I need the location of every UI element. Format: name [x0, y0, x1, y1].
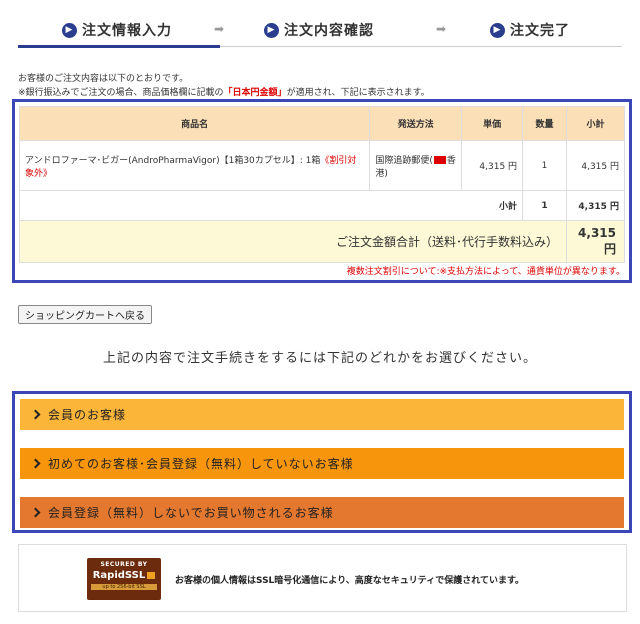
lock-icon: [147, 571, 156, 579]
step-label: 注文内容確認: [284, 23, 374, 39]
active-step-underline: [18, 45, 220, 48]
intro-line-1: お客様のご注文内容は以下のとおりです。: [18, 74, 189, 84]
order-steps: ▶ 注文情報入力 ➡ ▶ 注文内容確認 ➡ ▶ 注文完了: [18, 12, 622, 48]
header-product-name: 商品名: [18, 106, 371, 141]
steps-divider: [220, 46, 622, 47]
header-price: 単価: [461, 106, 524, 141]
rapidssl-badge[interactable]: SECURED BY RapidSSL up to 256-bit SSL: [87, 558, 161, 600]
intro-highlight: 「日本円金額」: [223, 88, 287, 98]
step-order-complete: ▶ 注文完了: [490, 20, 570, 40]
order-table: 商品名 発送方法 単価 数量 小計 アンドロファーマ･ビガー(AndroPhar…: [18, 106, 626, 263]
step-order-confirm: ▶ 注文内容確認: [264, 20, 374, 40]
intro-line-2-prefix: ※銀行振込みでご注文の場合、商品価格欄に記載の: [18, 88, 224, 98]
intro-line-2-suffix: が適用され、下記に表示されます。: [286, 88, 430, 98]
grand-total-row: ご注文金額合計（送料･代行手数料込み） 4,315円: [19, 220, 626, 263]
badge-rapidssl-text: RapidSSL: [92, 570, 146, 581]
header-subtotal: 小計: [565, 106, 626, 141]
shipping-prefix: 国際追跡郵便(: [375, 155, 433, 166]
customer-type-choices: 会員のお客様 初めてのお客様･会員登録（無料）していないお客様 会員登録（無料）…: [12, 391, 632, 533]
shipping-cell: 国際追跡郵便(香港): [369, 140, 463, 191]
step-number-icon: ▶: [264, 22, 279, 38]
badge-rapidssl: RapidSSL: [87, 570, 161, 581]
subtotal-value: 4,315 円: [565, 190, 626, 221]
choice-label: 初めてのお客様･会員登録（無料）していないお客様: [48, 457, 354, 471]
discount-note-link[interactable]: 複数注文割引について:※支払方法によって、通貨単位が異なります。: [347, 264, 625, 277]
back-to-cart-button[interactable]: ショッピングカートへ戻る: [18, 305, 152, 324]
new-customer-register-button[interactable]: 初めてのお客様･会員登録（無料）していないお客様: [20, 448, 624, 479]
chevron-right-icon: [30, 458, 41, 469]
grand-total-value: 4,315円: [565, 220, 626, 263]
guest-checkout-button[interactable]: 会員登録（無料）しないでお買い物されるお客様: [20, 497, 624, 528]
grand-total-label: ご注文金額合計（送料･代行手数料込み）: [19, 220, 567, 263]
table-header-row: 商品名 発送方法 単価 数量 小計: [18, 106, 626, 141]
product-name-cell: アンドロファーマ･ビガー(AndroPharmaVigor)【1箱30カプセル】…: [18, 140, 371, 191]
order-summary: 商品名 発送方法 単価 数量 小計 アンドロファーマ･ビガー(AndroPhar…: [12, 99, 632, 283]
arrow-right-icon: ➡: [214, 22, 225, 36]
subtotal-cell: 4,315 円: [565, 140, 626, 191]
header-qty: 数量: [522, 106, 567, 141]
choice-label: 会員登録（無料）しないでお買い物されるお客様: [48, 506, 334, 520]
chevron-right-icon: [30, 409, 41, 420]
product-name: アンドロファーマ･ビガー(AndroPharmaVigor)【1箱30カプセル】…: [25, 155, 321, 166]
ssl-description: お客様の個人情報はSSL暗号化通信により、高度なセキュリティで保護されています。: [175, 576, 525, 586]
choice-label: 会員のお客様: [48, 408, 127, 422]
hong-kong-flag-icon: [433, 156, 446, 164]
subtotal-qty: 1: [522, 190, 567, 221]
chevron-right-icon: [30, 507, 41, 518]
step-number-icon: ▶: [62, 22, 77, 38]
price-cell: 4,315 円: [461, 140, 524, 191]
table-row: アンドロファーマ･ビガー(AndroPharmaVigor)【1箱30カプセル】…: [18, 140, 626, 191]
intro-line-2: ※銀行振込みでご注文の場合、商品価格欄に記載の「日本円金額」が適用され、下記に表…: [18, 86, 430, 100]
arrow-right-icon: ➡: [436, 22, 447, 36]
ssl-notice: SECURED BY RapidSSL up to 256-bit SSL お客…: [18, 544, 627, 612]
step-label: 注文情報入力: [82, 23, 172, 39]
step-order-input: ▶ 注文情報入力: [62, 20, 172, 40]
member-customer-button[interactable]: 会員のお客様: [20, 399, 624, 430]
order-intro: お客様のご注文内容は以下のとおりです。 ※銀行振込みでご注文の場合、商品価格欄に…: [18, 72, 430, 100]
step-label: 注文完了: [510, 23, 570, 39]
subtotal-row: 小計 1 4,315 円: [18, 190, 626, 221]
choose-instruction: 上記の内容で注文手続きをするには下記のどれかをお選びください。: [102, 351, 537, 366]
header-shipping: 発送方法: [369, 106, 463, 141]
step-number-icon: ▶: [490, 22, 505, 38]
badge-secured-by: SECURED BY: [100, 561, 148, 568]
qty-cell: 1: [522, 140, 567, 191]
subtotal-label: 小計: [18, 190, 524, 221]
badge-bit-ssl: up to 256-bit SSL: [91, 584, 157, 590]
